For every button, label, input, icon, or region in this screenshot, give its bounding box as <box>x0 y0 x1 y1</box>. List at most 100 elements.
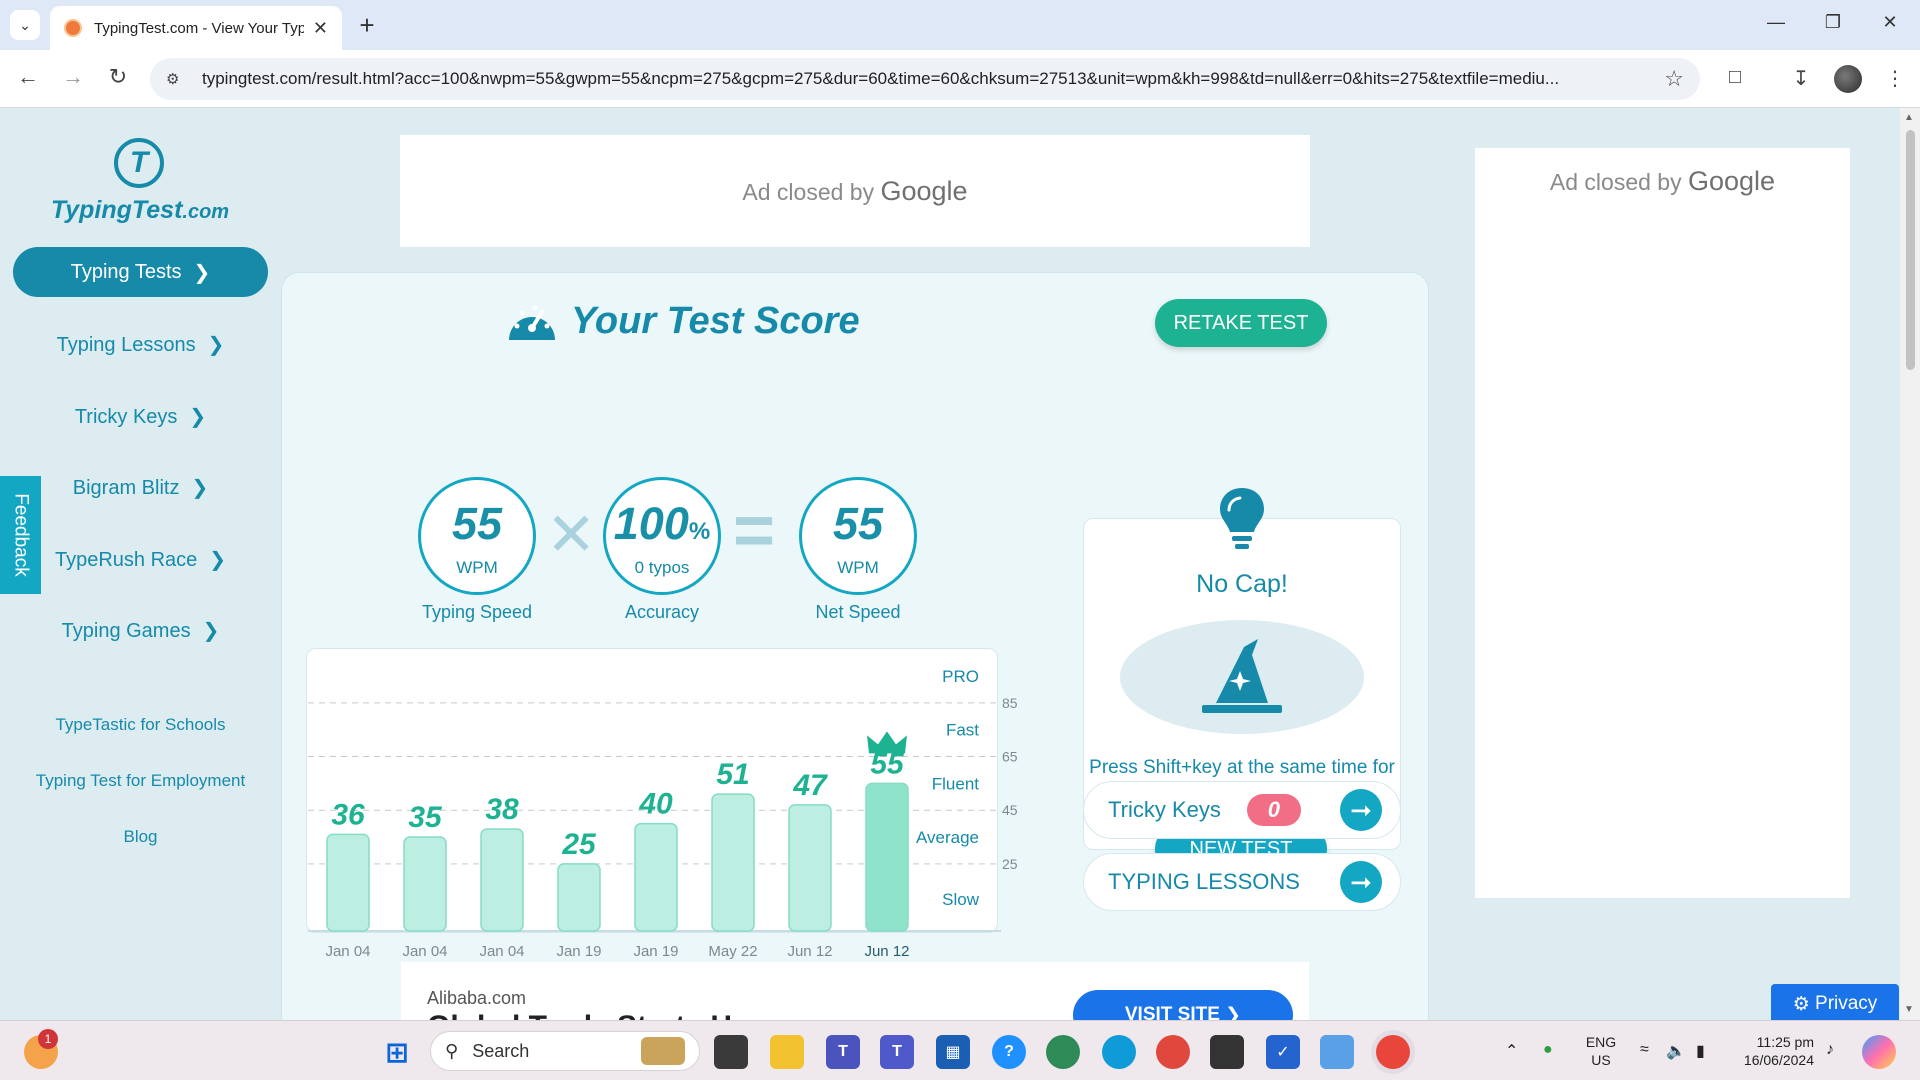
crown-icon <box>867 731 907 754</box>
site-favicon-icon <box>64 19 82 37</box>
ad-banner-right: Ad closed by Google <box>1475 148 1850 898</box>
nav-tricky-keys[interactable]: Tricky Keys ❯ <box>13 404 268 429</box>
chevron-right-icon: ❯ <box>202 620 220 642</box>
teams-icon[interactable]: T <box>826 1035 860 1069</box>
battery-icon[interactable]: ▮ <box>1696 1041 1705 1061</box>
typingtest-logo-icon[interactable]: T <box>114 138 164 188</box>
tricky-keys-link[interactable]: Tricky Keys 0 ➞ <box>1083 781 1401 839</box>
microsoft-store-icon[interactable]: ▦ <box>936 1035 970 1069</box>
new-tab-button[interactable]: + <box>352 10 382 40</box>
wizard-hat-icon <box>1202 639 1282 713</box>
forward-button[interactable]: → <box>58 64 88 90</box>
chart-level-label: Fast <box>946 721 979 740</box>
chart-x-tick-label: Jun 12 <box>864 943 909 960</box>
help-icon[interactable]: ? <box>992 1035 1026 1069</box>
chart-value-label: 35 <box>408 801 443 834</box>
todo-icon[interactable]: ✓ <box>1266 1035 1300 1069</box>
teams-work-icon[interactable]: T <box>880 1035 914 1069</box>
back-button[interactable]: ← <box>13 64 43 90</box>
chart-x-tick-label: Jan 04 <box>479 943 524 960</box>
chart-value-label: 51 <box>716 758 749 791</box>
restore-button[interactable]: ❐ <box>1813 12 1853 33</box>
wifi-icon[interactable]: ≈ <box>1640 1041 1649 1059</box>
net-speed-value: 55 <box>832 498 884 549</box>
typing-speed-label: Typing Speed <box>421 602 533 622</box>
site-logo-text[interactable]: TypingTest.com <box>50 196 230 225</box>
tray-app-icon[interactable]: ● <box>1543 1041 1553 1059</box>
accuracy-typos: 0 typos <box>634 558 690 577</box>
multiply-icon: ✕ <box>546 501 597 568</box>
chart-value-label: 25 <box>561 828 597 861</box>
ad-banner-top: Ad closed by Google <box>400 135 1310 247</box>
close-window-button[interactable]: ✕ <box>1870 12 1910 33</box>
accuracy-value: 100% <box>613 498 711 549</box>
snipping-icon[interactable] <box>1320 1035 1354 1069</box>
speedometer-icon <box>509 305 555 340</box>
chrome-profile-icon[interactable] <box>1156 1035 1190 1069</box>
scroll-thumb[interactable] <box>1906 130 1915 370</box>
arrow-right-icon[interactable]: ➞ <box>1340 861 1382 903</box>
windows-taskbar: 1 ⊞ ⚲ Search T T ▦ ? ✓ ⌃ ● ENG US ≈ 🔈 ▮ 1… <box>0 1020 1920 1080</box>
typing-lessons-label: TYPING LESSONS <box>1108 869 1300 894</box>
edge-icon[interactable] <box>1102 1035 1136 1069</box>
copilot-icon[interactable] <box>1862 1035 1896 1069</box>
url-text[interactable]: typingtest.com/result.html?acc=100&nwpm=… <box>202 69 1654 89</box>
close-tab-icon[interactable]: ✕ <box>313 18 328 39</box>
chart-bar <box>326 833 370 932</box>
chart-bar <box>711 793 755 932</box>
link-typetastic-schools[interactable]: TypeTastic for Schools <box>13 715 268 735</box>
extensions-icon[interactable]: □ <box>1720 66 1750 89</box>
accuracy-circle: 100% 0 typos <box>603 477 721 595</box>
taskbar-search[interactable]: ⚲ Search <box>430 1031 700 1071</box>
net-speed-label: Net Speed <box>815 602 901 622</box>
profile-avatar[interactable] <box>1834 65 1862 93</box>
clock[interactable]: 11:25 pm 16/06/2024 <box>1722 1033 1814 1069</box>
bookmark-star-icon[interactable]: ☆ <box>1664 66 1684 92</box>
site-info-icon[interactable]: ⚙ <box>166 70 186 88</box>
calculator-icon[interactable] <box>1210 1035 1244 1069</box>
reload-button[interactable]: ↻ <box>103 64 133 90</box>
scroll-down-icon[interactable]: ▼ <box>1904 1004 1914 1015</box>
windows-start-icon[interactable]: ⊞ <box>380 1035 414 1069</box>
retake-test-button[interactable]: RETAKE TEST <box>1155 299 1327 347</box>
nav-typerush-race[interactable]: TypeRush Race ❯ <box>13 547 268 572</box>
nav-typing-games[interactable]: Typing Games ❯ <box>13 618 268 643</box>
chevron-right-icon: ❯ <box>191 477 209 499</box>
nav-bigram-blitz[interactable]: Bigram Blitz ❯ <box>13 475 268 500</box>
nav-typing-lessons[interactable]: Typing Lessons ❯ <box>13 332 268 357</box>
file-explorer-icon[interactable] <box>770 1035 804 1069</box>
chrome-icon[interactable] <box>1376 1035 1410 1069</box>
menu-kebab-icon[interactable]: ⋮ <box>1880 66 1910 91</box>
xbox-icon[interactable] <box>1046 1035 1080 1069</box>
tricky-keys-count-badge: 0 <box>1246 794 1301 826</box>
chevron-right-icon: ❯ <box>207 334 225 356</box>
arrow-right-icon[interactable]: ➞ <box>1340 789 1382 831</box>
ad-headline: Global Trade Starts Here <box>427 1010 777 1020</box>
volume-icon[interactable]: 🔈 <box>1666 1041 1686 1061</box>
tab-search-button[interactable]: ⌄ <box>10 10 40 40</box>
ad-banner-bottom[interactable]: Alibaba.com Global Trade Starts Here VIS… <box>401 962 1309 1020</box>
browser-tab-active[interactable]: TypingTest.com - View Your Typ ✕ <box>50 6 342 50</box>
task-view-icon[interactable] <box>714 1035 748 1069</box>
nav-typing-tests[interactable]: Typing Tests ❯ <box>13 247 268 297</box>
chart-x-tick-label: Jan 19 <box>556 943 601 960</box>
chart-x-tick-label: May 22 <box>708 943 757 960</box>
page-scrollbar[interactable]: ▲ ▼ <box>1900 108 1920 1020</box>
link-blog[interactable]: Blog <box>13 827 268 847</box>
visit-site-button[interactable]: VISIT SITE ❯ <box>1073 990 1293 1020</box>
address-bar[interactable]: ⚙ typingtest.com/result.html?acc=100&nwp… <box>150 58 1700 100</box>
notifications-bell-icon[interactable]: ♪ <box>1826 1041 1834 1059</box>
feedback-tab[interactable]: Feedback <box>0 476 41 594</box>
scroll-up-icon[interactable]: ▲ <box>1904 112 1914 123</box>
language-indicator[interactable]: ENG US <box>1580 1033 1622 1069</box>
minimize-button[interactable]: — <box>1756 12 1796 33</box>
chart-level-label: PRO <box>942 667 979 686</box>
typing-lessons-link[interactable]: TYPING LESSONS ➞ <box>1083 853 1401 911</box>
chart-value-label: 36 <box>331 798 365 831</box>
download-icon[interactable]: ↧ <box>1786 66 1816 91</box>
chevron-right-icon: ❯ <box>209 549 227 571</box>
privacy-button[interactable]: ⚙ Privacy <box>1771 984 1899 1020</box>
chart-value-label: 40 <box>638 788 673 821</box>
link-typing-test-employment[interactable]: Typing Test for Employment <box>13 771 268 791</box>
tray-overflow-icon[interactable]: ⌃ <box>1505 1041 1518 1061</box>
